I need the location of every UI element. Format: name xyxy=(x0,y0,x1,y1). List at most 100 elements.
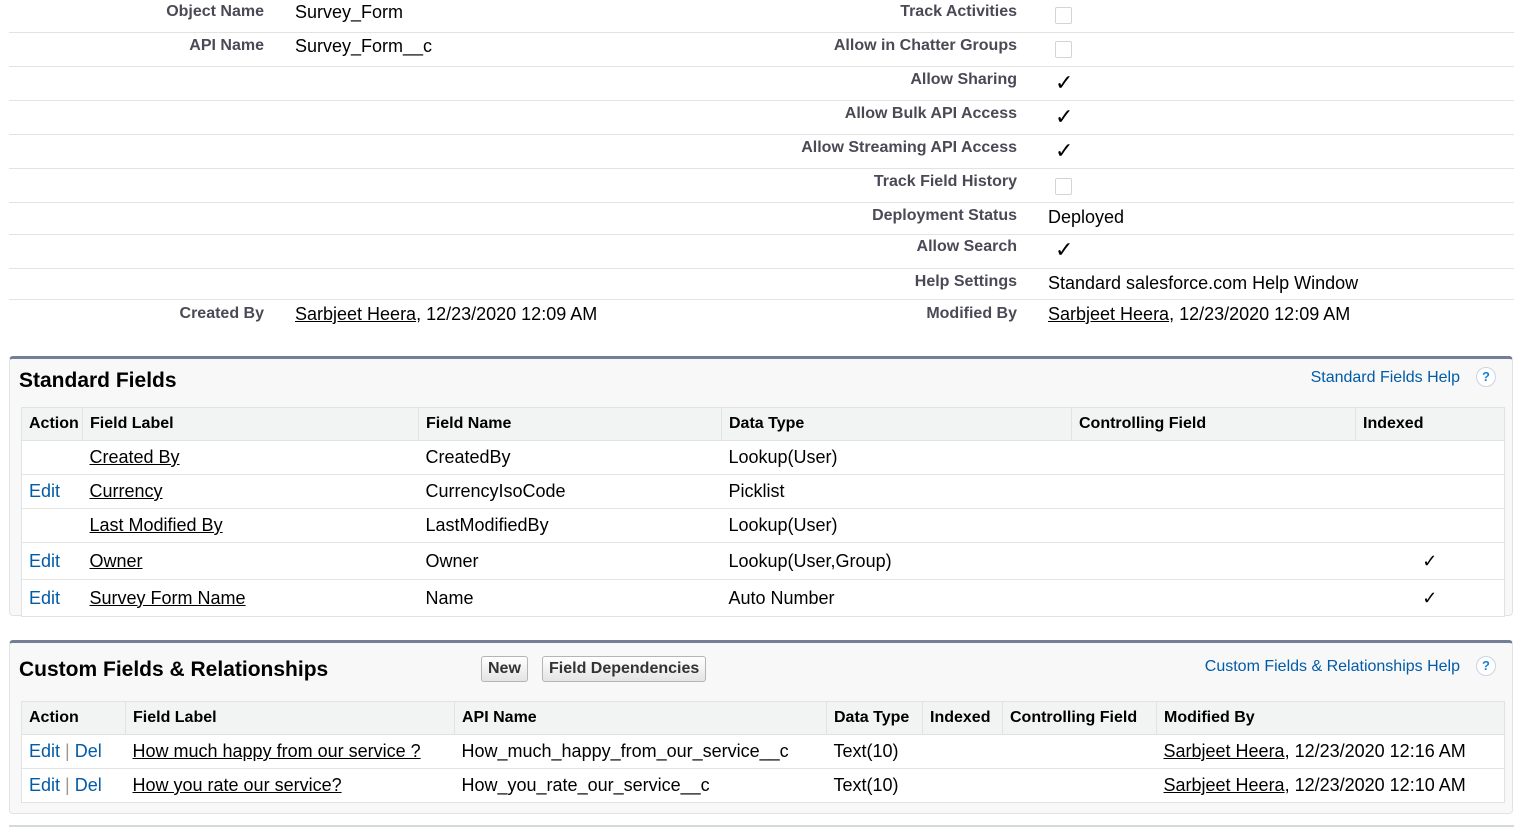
custom-fields-table: Action Field Label API Name Data Type In… xyxy=(21,701,1505,803)
help-icon[interactable]: ? xyxy=(1476,367,1496,387)
field-dependencies-button[interactable]: Field Dependencies xyxy=(542,656,707,682)
object-name-value: Survey_Form xyxy=(295,2,404,22)
allow-sharing-checked-icon: ✓ xyxy=(1055,70,1074,95)
modified-by-value: Sarbjeet Heera, 12/23/2020 12:09 AM xyxy=(1048,304,1350,325)
indexed-checked-icon xyxy=(1355,440,1505,475)
table-header-row: Action Field Label Field Name Data Type … xyxy=(21,407,1505,441)
action-separator: | xyxy=(65,741,70,761)
row-data-type: Lookup(User) xyxy=(721,440,1072,475)
track-activities-label: Track Activities xyxy=(900,3,1017,20)
section-divider xyxy=(9,825,1514,827)
delete-link[interactable]: Del xyxy=(75,775,102,795)
modified-by-user-link[interactable]: Sarbjeet Heera xyxy=(1164,741,1285,761)
detail-row: Track Field History xyxy=(9,169,1514,203)
field-label-link[interactable]: Currency xyxy=(90,481,163,501)
edit-link[interactable]: Edit xyxy=(29,551,60,571)
row-action xyxy=(21,508,83,543)
row-field-label: How you rate our service? xyxy=(126,769,455,803)
api-name-label: API Name xyxy=(189,37,264,54)
row-action: Edit | Del xyxy=(22,769,126,803)
row-action: Edit xyxy=(21,474,83,509)
modified-date: , 12/23/2020 12:10 AM xyxy=(1284,775,1466,795)
column-header-controlling-field[interactable]: Controlling Field xyxy=(1071,407,1356,441)
allow-bulk-api-checked-icon: ✓ xyxy=(1055,104,1074,129)
modified-by-user-link[interactable]: Sarbjeet Heera xyxy=(1048,304,1169,324)
row-modified-by: Sarbjeet Heera, 12/23/2020 12:16 AM xyxy=(1156,734,1505,769)
row-data-type: Picklist xyxy=(721,474,1072,509)
row-field-name: LastModifiedBy xyxy=(418,508,722,543)
field-label-link[interactable]: Created By xyxy=(90,447,180,467)
created-by-user-link[interactable]: Sarbjeet Heera xyxy=(295,304,416,324)
row-data-type: Auto Number xyxy=(728,587,835,608)
custom-fields-help-link[interactable]: Custom Fields & Relationships Help xyxy=(1205,658,1460,676)
field-label-link[interactable]: Owner xyxy=(90,551,143,571)
row-field-name: CreatedBy xyxy=(418,440,722,475)
detail-row: Allow Search ✓ xyxy=(9,235,1514,269)
api-name-value: Survey_Form__c xyxy=(295,36,433,56)
field-label-link[interactable]: How you rate our service? xyxy=(133,775,342,795)
new-button[interactable]: New xyxy=(481,656,528,682)
help-settings-label: Help Settings xyxy=(914,273,1017,290)
help-icon[interactable]: ? xyxy=(1476,656,1496,676)
object-name-label: Object Name xyxy=(166,3,264,20)
row-field-label: How much happy from our service ? xyxy=(125,734,455,769)
column-header-controlling-field[interactable]: Controlling Field xyxy=(1002,701,1157,735)
row-field-label: Created By xyxy=(82,440,419,475)
row-field-label: Last Modified By xyxy=(82,508,419,543)
detail-row: Created By Sarbjeet Heera, 12/23/2020 12… xyxy=(9,300,1514,330)
column-header-indexed[interactable]: Indexed xyxy=(922,701,1003,735)
modified-by-user-link[interactable]: Sarbjeet Heera xyxy=(1164,775,1285,795)
track-field-history-checkbox xyxy=(1055,178,1072,195)
action-separator: | xyxy=(65,775,70,795)
column-header-field-name[interactable]: Field Name xyxy=(418,407,722,441)
detail-row: Allow Streaming API Access ✓ xyxy=(9,135,1514,169)
detail-row: Allow Sharing ✓ xyxy=(9,67,1514,101)
standard-fields-section: Standard Fields Standard Fields Help ? A… xyxy=(9,356,1513,617)
standard-fields-help-link[interactable]: Standard Fields Help xyxy=(1311,369,1460,387)
column-header-field-label[interactable]: Field Label xyxy=(82,407,419,441)
field-label-link[interactable]: Last Modified By xyxy=(90,515,223,535)
edit-link[interactable]: Edit xyxy=(29,741,60,761)
field-label-link[interactable]: How much happy from our service ? xyxy=(133,741,421,761)
table-row: Edit Currency CurrencyIsoCode Picklist xyxy=(21,474,1505,509)
detail-row: Deployment Status Deployed xyxy=(9,203,1514,235)
column-header-indexed[interactable]: Indexed xyxy=(1355,407,1505,441)
column-header-api-name[interactable]: API Name xyxy=(454,701,827,735)
row-controlling-field xyxy=(1003,769,1157,803)
custom-fields-title: Custom Fields & Relationships xyxy=(19,658,329,681)
detail-row: Object Name Survey_Form Track Activities xyxy=(9,0,1514,33)
allow-bulk-api-label: Allow Bulk API Access xyxy=(844,105,1017,122)
row-controlling-field xyxy=(1072,580,1356,617)
allow-streaming-api-label: Allow Streaming API Access xyxy=(801,139,1017,156)
table-row: Edit Survey Form Name Name Auto Number ✓ xyxy=(22,580,1505,617)
deployment-status-value: Deployed xyxy=(1048,207,1125,227)
column-header-modified-by[interactable]: Modified By xyxy=(1156,701,1505,735)
modified-by-label: Modified By xyxy=(926,305,1017,322)
indexed-checked-icon: ✓ xyxy=(1355,542,1505,580)
indexed-checked-icon xyxy=(1355,508,1505,543)
column-header-data-type[interactable]: Data Type xyxy=(721,407,1072,441)
column-header-field-label[interactable]: Field Label xyxy=(125,701,455,735)
row-controlling-field xyxy=(1071,508,1356,543)
allow-search-checked-icon: ✓ xyxy=(1055,237,1074,262)
row-action: Edit | Del xyxy=(21,734,126,769)
column-header-action: Action xyxy=(21,701,126,735)
row-action xyxy=(21,440,83,475)
modified-by-date: , 12/23/2020 12:09 AM xyxy=(1169,304,1351,324)
edit-link[interactable]: Edit xyxy=(29,481,60,501)
edit-link[interactable]: Edit xyxy=(29,588,60,608)
edit-link[interactable]: Edit xyxy=(29,775,60,795)
field-label-link[interactable]: Survey Form Name xyxy=(90,588,246,608)
row-data-type: Text(10) xyxy=(833,775,899,795)
allow-sharing-label: Allow Sharing xyxy=(910,71,1017,88)
table-row: Edit | Del How much happy from our servi… xyxy=(21,734,1505,769)
standard-fields-title: Standard Fields xyxy=(19,369,177,392)
row-api-name: How_much_happy_from_our_service__c xyxy=(454,734,827,769)
deployment-status-label: Deployment Status xyxy=(872,207,1017,224)
row-action: Edit xyxy=(21,542,83,580)
delete-link[interactable]: Del xyxy=(75,741,102,761)
column-header-data-type[interactable]: Data Type xyxy=(826,701,923,735)
row-action: Edit xyxy=(22,580,83,617)
row-controlling-field xyxy=(1071,440,1356,475)
table-row: Edit | Del How you rate our service? How… xyxy=(22,769,1505,803)
